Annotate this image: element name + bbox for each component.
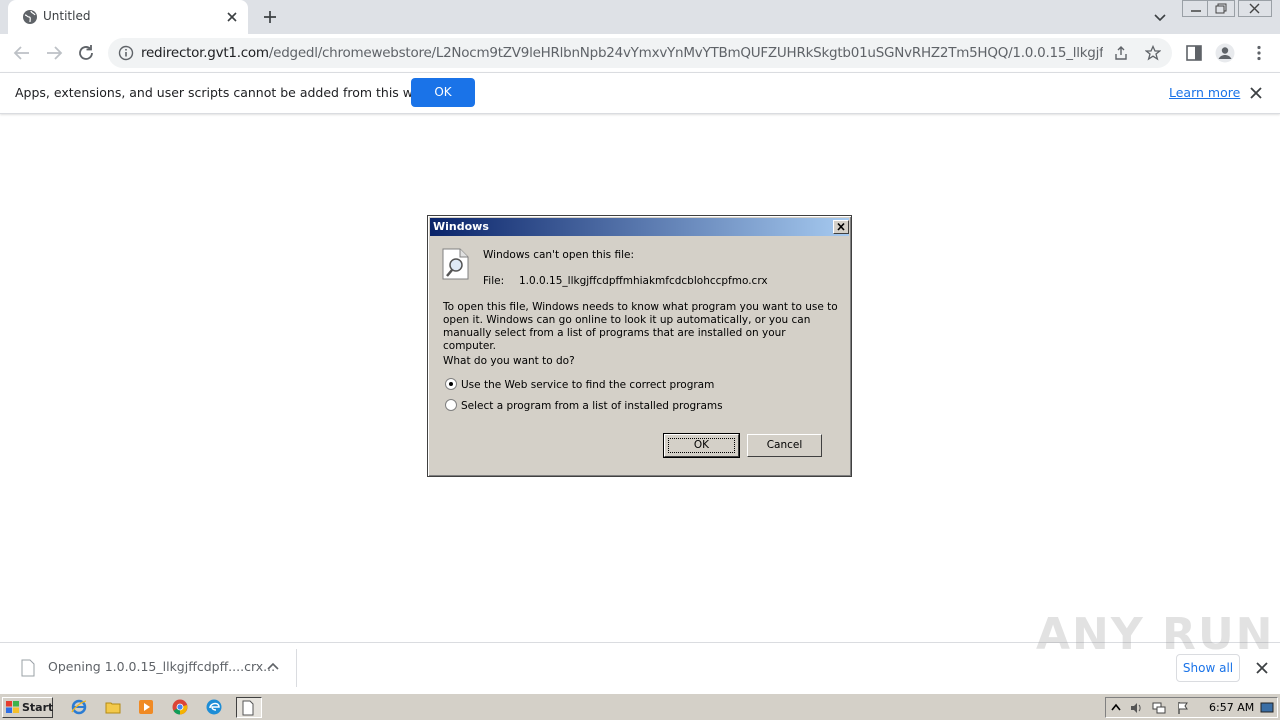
dialog-heading: Windows can't open this file:: [483, 249, 634, 261]
address-bar[interactable]: redirector.gvt1.com/edgedl/chromewebstor…: [108, 38, 1172, 68]
window-close-button[interactable]: [1238, 0, 1272, 18]
install-blocked-infobar: Apps, extensions, and user scripts canno…: [0, 72, 1280, 114]
reload-icon[interactable]: [74, 41, 98, 65]
media-player-icon: [139, 700, 153, 714]
bookmark-star-icon[interactable]: [1145, 45, 1161, 61]
restore-button[interactable]: [1207, 0, 1235, 18]
learn-more-link[interactable]: Learn more: [1169, 85, 1240, 100]
download-item-text[interactable]: Opening 1.0.0.15_llkgjffcdpff....crx...: [48, 659, 275, 674]
option-web-service-label[interactable]: Use the Web service to find the correct …: [461, 379, 714, 391]
side-panel-icon[interactable]: [1184, 43, 1204, 63]
url-text[interactable]: redirector.gvt1.com/edgedl/chromewebstor…: [141, 45, 1103, 61]
chevron-up-icon[interactable]: [265, 659, 281, 675]
start-label: Start: [22, 701, 54, 714]
dialog-question: What do you want to do?: [443, 355, 575, 367]
tab-close-icon[interactable]: [224, 9, 240, 25]
dialog-close-button[interactable]: [833, 220, 849, 234]
url-host: redirector.gvt1.com: [141, 45, 269, 61]
kebab-menu-icon[interactable]: [1249, 43, 1269, 63]
infobar-close-icon[interactable]: [1248, 85, 1264, 101]
tab-untitled[interactable]: Untitled: [8, 0, 248, 34]
download-shelf: Opening 1.0.0.15_llkgjffcdpff....crx... …: [0, 609, 1280, 692]
radio-web-service[interactable]: [445, 378, 457, 390]
infobar-ok-button[interactable]: OK: [411, 78, 475, 107]
tab-strip: Untitled: [0, 0, 1280, 34]
flag-icon[interactable]: [1176, 701, 1190, 715]
dialog-titlebar[interactable]: Windows: [430, 218, 849, 236]
browser-toolbar: redirector.gvt1.com/edgedl/chromewebstor…: [0, 34, 1280, 72]
start-button[interactable]: Start: [2, 697, 53, 718]
chrome-icon: [172, 699, 188, 715]
new-tab-icon[interactable]: [261, 8, 279, 26]
shelf-divider: [296, 649, 297, 687]
back-arrow-icon[interactable]: [10, 41, 34, 65]
tab-title: Untitled: [43, 9, 91, 23]
edge-icon: [206, 699, 222, 715]
minimize-button[interactable]: [1182, 0, 1210, 18]
dialog-description: To open this file, Windows needs to know…: [443, 301, 838, 352]
taskbar-file-window[interactable]: [236, 697, 262, 718]
taskbar-explorer[interactable]: [102, 697, 124, 718]
url-path: /edgedl/chromewebstore/L2Nocm9tZV9leHRlb…: [268, 45, 1103, 61]
info-icon[interactable]: [118, 45, 134, 61]
forward-arrow-icon[interactable]: [42, 41, 66, 65]
taskbar-chrome[interactable]: [169, 697, 191, 718]
chevron-down-icon[interactable]: [1152, 9, 1168, 25]
taskbar: Start 6:57 AM: [0, 693, 1280, 720]
document-icon: [242, 700, 254, 716]
system-tray: 6:57 AM: [1105, 697, 1278, 718]
taskbar-ie[interactable]: [68, 697, 90, 718]
network-icon[interactable]: [1152, 701, 1166, 715]
show-desktop-icon[interactable]: [1260, 701, 1274, 715]
windows-logo-icon: [6, 701, 19, 713]
open-with-dialog: Windows Windows can't open this file: Fi…: [427, 215, 852, 477]
profile-avatar-icon[interactable]: [1215, 43, 1235, 63]
folder-icon: [105, 702, 121, 714]
file-name: 1.0.0.15_llkgjffcdpffmhiakmfcdcblohccpfm…: [519, 275, 768, 287]
file-label: File:: [483, 275, 505, 287]
show-all-button[interactable]: Show all: [1176, 654, 1240, 682]
tray-expand-icon[interactable]: [1109, 701, 1123, 715]
share-icon[interactable]: [1113, 45, 1129, 61]
close-icon: [837, 222, 845, 231]
dialog-ok-button[interactable]: OK: [663, 433, 740, 458]
dialog-cancel-button[interactable]: Cancel: [747, 434, 822, 457]
file-search-icon: [442, 248, 469, 280]
volume-icon[interactable]: [1129, 701, 1143, 715]
file-icon: [21, 659, 35, 677]
radio-installed-programs[interactable]: [445, 399, 457, 411]
option-installed-programs-label[interactable]: Select a program from a list of installe…: [461, 400, 723, 412]
shelf-close-icon[interactable]: [1254, 660, 1270, 676]
watermark-logo: ANY RUN: [1036, 609, 1275, 660]
internet-explorer-icon: [71, 699, 87, 715]
taskbar-edge[interactable]: [203, 697, 225, 718]
clock[interactable]: 6:57 AM: [1209, 701, 1254, 714]
infobar-message: Apps, extensions, and user scripts canno…: [15, 85, 452, 100]
globe-icon: [23, 10, 37, 24]
taskbar-media-player[interactable]: [135, 697, 157, 718]
dialog-title: Windows: [433, 220, 489, 233]
